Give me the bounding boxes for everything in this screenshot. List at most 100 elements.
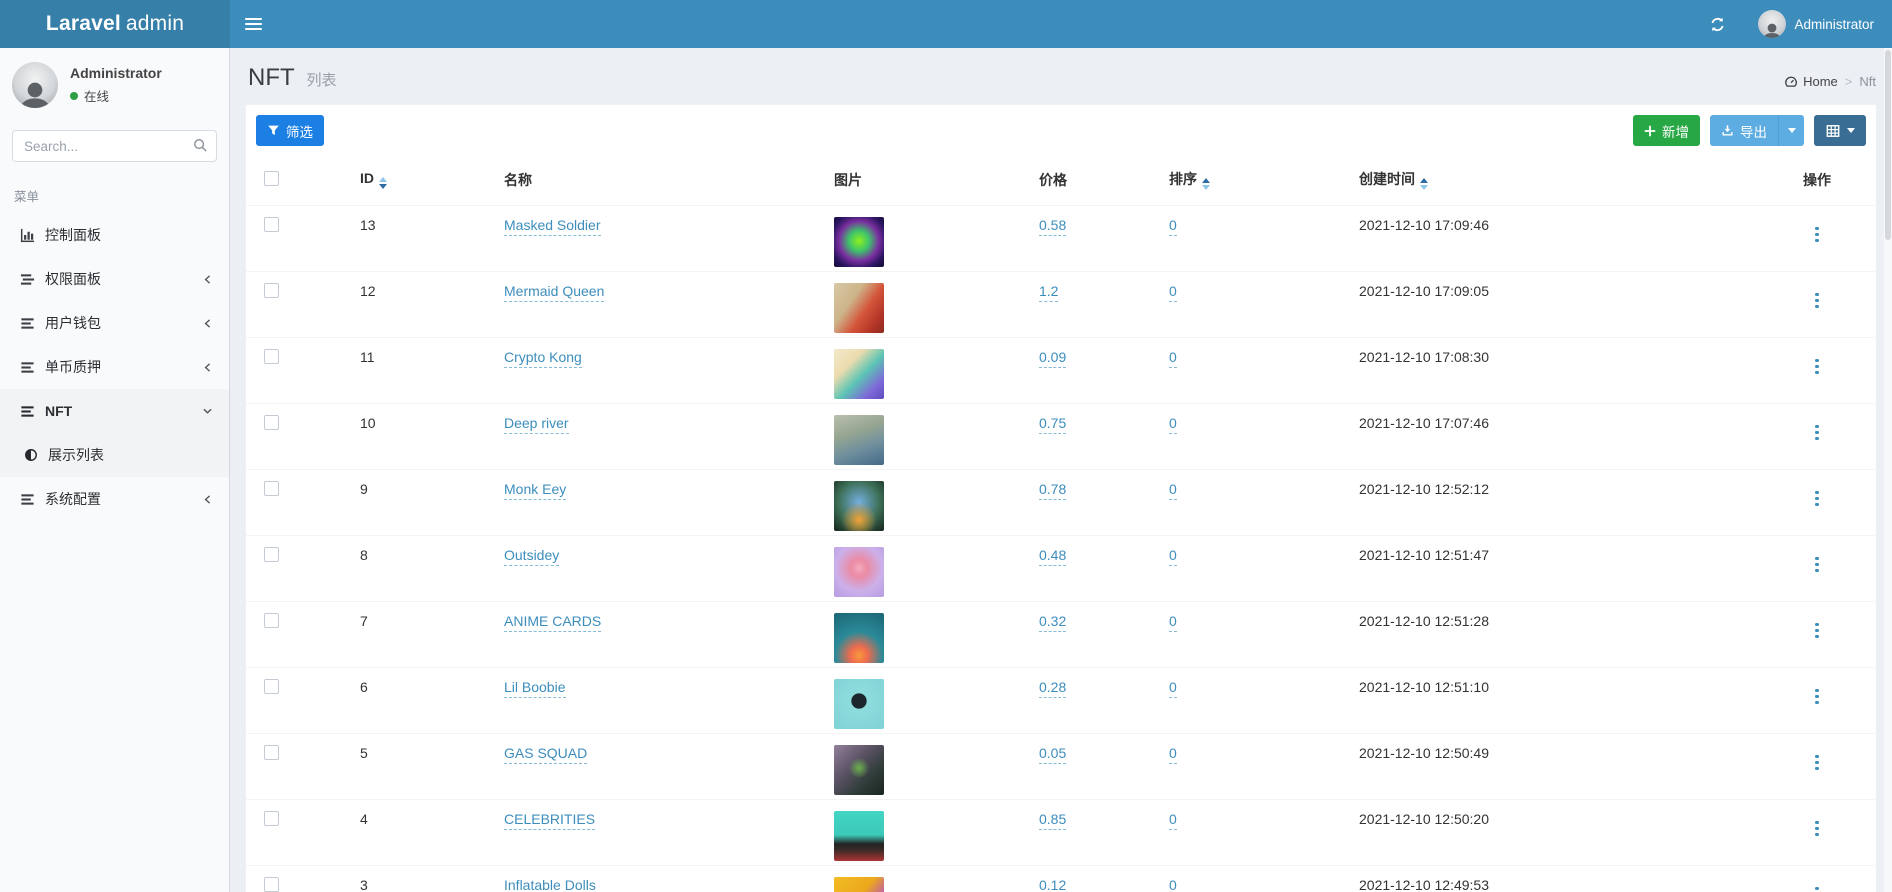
row-name-link[interactable]: Lil Boobie (504, 679, 566, 698)
sidebar-item-single-staking[interactable]: 单币质押 (0, 345, 229, 389)
row-id: 6 (360, 679, 368, 695)
nft-thumbnail[interactable] (834, 679, 884, 729)
actions-menu-icon[interactable] (1809, 752, 1825, 774)
row-name-link[interactable]: Masked Soldier (504, 217, 601, 236)
sidebar-item-display-list[interactable]: 展示列表 (0, 433, 229, 477)
nft-thumbnail[interactable] (834, 415, 884, 465)
breadcrumb-separator: > (1845, 74, 1853, 89)
row-name-link[interactable]: CELEBRITIES (504, 811, 595, 830)
export-dropdown-caret[interactable] (1778, 115, 1804, 146)
sidebar-item-system-config[interactable]: 系统配置 (0, 477, 229, 521)
actions-menu-icon[interactable] (1809, 290, 1825, 312)
row-price-link[interactable]: 0.05 (1039, 745, 1066, 764)
row-name-link[interactable]: Mermaid Queen (504, 283, 604, 302)
sidebar-item-nft[interactable]: NFT (0, 389, 229, 433)
row-sort-link[interactable]: 0 (1169, 613, 1177, 632)
row-name-link[interactable]: ANIME CARDS (504, 613, 601, 632)
row-checkbox[interactable] (264, 613, 279, 628)
row-sort-link[interactable]: 0 (1169, 877, 1177, 892)
column-selector-button[interactable] (1814, 115, 1866, 146)
row-checkbox[interactable] (264, 349, 279, 364)
sidebar-toggle-button[interactable] (230, 0, 276, 48)
row-checkbox[interactable] (264, 811, 279, 826)
sort-id-control[interactable] (379, 177, 387, 189)
row-checkbox[interactable] (264, 415, 279, 430)
chevron-left-icon (203, 318, 213, 329)
row-sort-link[interactable]: 0 (1169, 481, 1177, 500)
actions-menu-icon[interactable] (1809, 356, 1825, 378)
nft-table-body: 13 Masked Soldier 0.58 0 2021-12-10 17:0… (246, 206, 1878, 892)
brand-logo[interactable]: Laravel admin (0, 0, 230, 48)
sort-created-control[interactable] (1420, 178, 1428, 190)
row-price-link[interactable]: 0.78 (1039, 481, 1066, 500)
caret-down-icon (1788, 128, 1796, 133)
row-name-link[interactable]: Monk Eey (504, 481, 566, 500)
row-sort-link[interactable]: 0 (1169, 745, 1177, 764)
row-checkbox[interactable] (264, 547, 279, 562)
row-name-link[interactable]: GAS SQUAD (504, 745, 587, 764)
row-checkbox[interactable] (264, 283, 279, 298)
refresh-icon[interactable] (1700, 0, 1734, 48)
row-created-at: 2021-12-10 17:08:30 (1359, 349, 1489, 365)
row-price-link[interactable]: 0.09 (1039, 349, 1066, 368)
sidebar-item-permissions[interactable]: 权限面板 (0, 257, 229, 301)
row-price-link[interactable]: 1.2 (1039, 283, 1058, 302)
select-all-checkbox[interactable] (264, 171, 279, 186)
user-menu[interactable]: Administrator (1754, 0, 1878, 48)
chevron-left-icon (203, 274, 213, 285)
filter-button[interactable]: 筛选 (256, 115, 324, 146)
row-sort-link[interactable]: 0 (1169, 283, 1177, 302)
sidebar-item-label: 用户钱包 (45, 313, 203, 333)
row-price-link[interactable]: 0.48 (1039, 547, 1066, 566)
row-name-link[interactable]: Crypto Kong (504, 349, 582, 368)
nft-thumbnail[interactable] (834, 613, 884, 663)
row-price-link[interactable]: 0.28 (1039, 679, 1066, 698)
nft-thumbnail[interactable] (834, 745, 884, 795)
nft-thumbnail[interactable] (834, 481, 884, 531)
row-name-link[interactable]: Outsidey (504, 547, 559, 566)
row-checkbox[interactable] (264, 679, 279, 694)
row-name-link[interactable]: Deep river (504, 415, 569, 434)
search-input[interactable] (12, 130, 217, 162)
actions-menu-icon[interactable] (1809, 554, 1825, 576)
actions-menu-icon[interactable] (1809, 488, 1825, 510)
table-row: 11 Crypto Kong 0.09 0 2021-12-10 17:08:3… (246, 338, 1878, 404)
row-price-link[interactable]: 0.32 (1039, 613, 1066, 632)
actions-menu-icon[interactable] (1809, 422, 1825, 444)
sidebar-user-avatar (12, 62, 58, 108)
nft-thumbnail[interactable] (834, 811, 884, 861)
row-sort-link[interactable]: 0 (1169, 679, 1177, 698)
nft-thumbnail[interactable] (834, 877, 884, 892)
row-id: 5 (360, 745, 368, 761)
row-price-link[interactable]: 0.58 (1039, 217, 1066, 236)
row-sort-link[interactable]: 0 (1169, 415, 1177, 434)
sort-order-control[interactable] (1202, 178, 1210, 190)
row-checkbox[interactable] (264, 745, 279, 760)
actions-menu-icon[interactable] (1809, 686, 1825, 708)
row-sort-link[interactable]: 0 (1169, 349, 1177, 368)
sidebar-item-dashboard[interactable]: 控制面板 (0, 213, 229, 257)
breadcrumb-home-link[interactable]: Home (1784, 74, 1838, 89)
row-price-link[interactable]: 0.12 (1039, 877, 1066, 892)
nft-thumbnail[interactable] (834, 547, 884, 597)
actions-menu-icon[interactable] (1809, 224, 1825, 246)
actions-menu-icon[interactable] (1809, 818, 1825, 840)
row-price-link[interactable]: 0.85 (1039, 811, 1066, 830)
row-checkbox[interactable] (264, 217, 279, 232)
sidebar-item-user-wallet[interactable]: 用户钱包 (0, 301, 229, 345)
nft-thumbnail[interactable] (834, 217, 884, 267)
scrollbar-thumb[interactable] (1885, 50, 1891, 240)
actions-menu-icon[interactable] (1809, 884, 1825, 892)
nft-thumbnail[interactable] (834, 349, 884, 399)
export-button[interactable]: 导出 (1710, 115, 1778, 146)
row-sort-link[interactable]: 0 (1169, 547, 1177, 566)
row-name-link[interactable]: Inflatable Dolls (504, 877, 596, 892)
nft-thumbnail[interactable] (834, 283, 884, 333)
row-sort-link[interactable]: 0 (1169, 811, 1177, 830)
row-sort-link[interactable]: 0 (1169, 217, 1177, 236)
actions-menu-icon[interactable] (1809, 620, 1825, 642)
row-checkbox[interactable] (264, 877, 279, 892)
row-price-link[interactable]: 0.75 (1039, 415, 1066, 434)
row-checkbox[interactable] (264, 481, 279, 496)
add-button[interactable]: 新增 (1633, 115, 1700, 146)
